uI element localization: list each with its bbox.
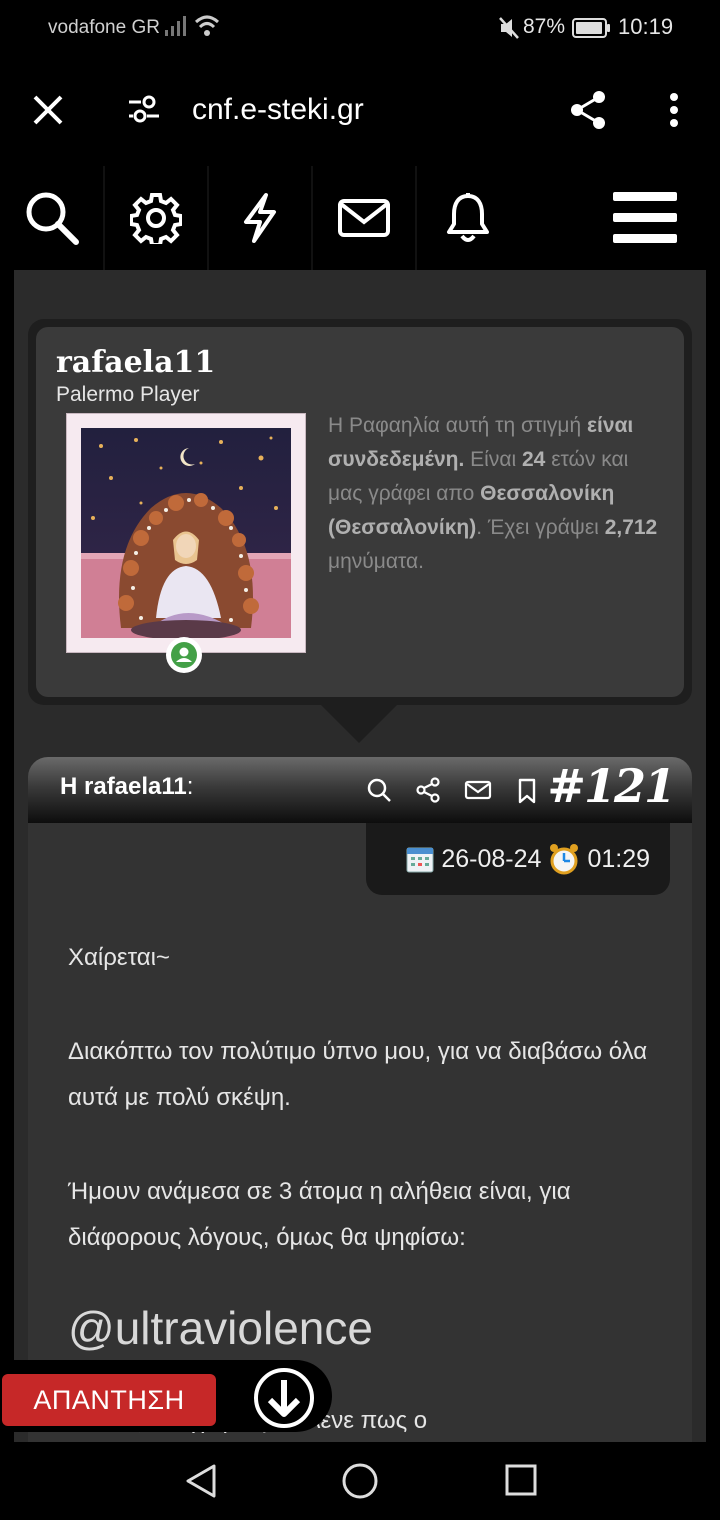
lightning-icon <box>244 193 276 243</box>
online-status <box>166 637 202 673</box>
notifications-button[interactable] <box>416 166 520 270</box>
page-content: rafaela11 Palermo Player Η Ραφαηλία αυτή… <box>14 270 706 1442</box>
post-timestamp: 26-08-24 01:29 <box>366 823 670 895</box>
avatar[interactable] <box>66 413 306 653</box>
profile-bio: Η Ραφαηλία αυτή τη στιγμή είναι συνδεδεμ… <box>328 414 658 573</box>
mail-icon <box>338 199 390 237</box>
profile-rank: Palermo Player <box>56 383 200 406</box>
search-icon[interactable] <box>366 777 392 803</box>
battery-icon <box>572 18 610 38</box>
battery-percent: 87% <box>523 15 566 38</box>
alarm-clock-icon <box>550 844 579 875</box>
forum-toolbar <box>0 166 720 270</box>
arrow-down-circle-icon[interactable] <box>252 1366 316 1430</box>
post-time: 01:29 <box>587 844 650 873</box>
card-pointer <box>321 705 397 743</box>
post-author: Η rafaela11: <box>60 773 194 800</box>
post-number[interactable]: #121 <box>547 759 676 813</box>
post-message: Χαίρεται~ Διακόπτω τον πολύτιμο ύπνο μου… <box>68 935 668 1309</box>
bell-icon <box>447 193 489 242</box>
reply-button[interactable]: ΑΠΑΝΤΗΣΗ <box>2 1374 216 1426</box>
post-header: Η rafaela11: #121 <box>28 757 692 823</box>
wifi-icon <box>194 15 220 36</box>
gear-icon <box>130 193 182 244</box>
profile-inner: rafaela11 Palermo Player Η Ραφαηλία αυτή… <box>36 327 684 697</box>
avatar-image <box>81 428 291 638</box>
main-menu-button[interactable] <box>593 166 697 270</box>
post-paragraph: Ήμουν ανάμεσα σε 3 άτομα η αλήθεια είναι… <box>68 1178 571 1251</box>
post-date: 26-08-24 <box>441 844 542 873</box>
messages-button[interactable] <box>312 166 416 270</box>
user-profile-card: rafaela11 Palermo Player Η Ραφαηλία αυτή… <box>28 319 692 705</box>
post-paragraph: Χαίρεται~ <box>68 944 170 971</box>
mail-icon[interactable] <box>464 777 492 803</box>
activity-button[interactable] <box>208 166 312 270</box>
share-icon[interactable] <box>568 89 608 131</box>
close-icon[interactable] <box>30 92 66 128</box>
search-button[interactable] <box>0 166 104 270</box>
share-icon[interactable] <box>415 777 441 803</box>
mute-icon <box>499 17 519 39</box>
user-online-icon <box>171 642 197 668</box>
signal-icon <box>165 16 186 36</box>
status-bar: vodafone GR 87% 10:19 <box>0 0 720 56</box>
clock: 10:19 <box>618 14 674 39</box>
post-paragraph: Διακόπτω τον πολύτιμο ύπνο μου, για να δ… <box>68 1038 648 1111</box>
home-icon[interactable] <box>341 1462 379 1500</box>
back-icon[interactable] <box>184 1462 218 1500</box>
more-vertical-icon[interactable] <box>668 92 680 128</box>
user-mention[interactable]: @ultraviolence <box>68 1301 373 1355</box>
post-actions <box>366 777 539 805</box>
post-body: 26-08-24 01:29 Χαίρεται~ Διακόπτω τον πο… <box>28 823 692 1442</box>
bookmark-icon[interactable] <box>515 777 539 805</box>
settings-button[interactable] <box>104 166 208 270</box>
menu-icon <box>613 192 677 243</box>
search-icon <box>26 192 79 245</box>
browser-bar: cnf.e-steki.gr <box>0 56 720 166</box>
url-text[interactable]: cnf.e-steki.gr <box>192 93 364 127</box>
calendar-icon <box>406 847 434 873</box>
recents-icon[interactable] <box>505 1464 537 1496</box>
site-settings-icon[interactable] <box>127 94 161 124</box>
carrier-label: vodafone GR <box>48 17 160 38</box>
system-nav-bar <box>0 1442 720 1520</box>
profile-username[interactable]: rafaela11 <box>56 345 215 380</box>
